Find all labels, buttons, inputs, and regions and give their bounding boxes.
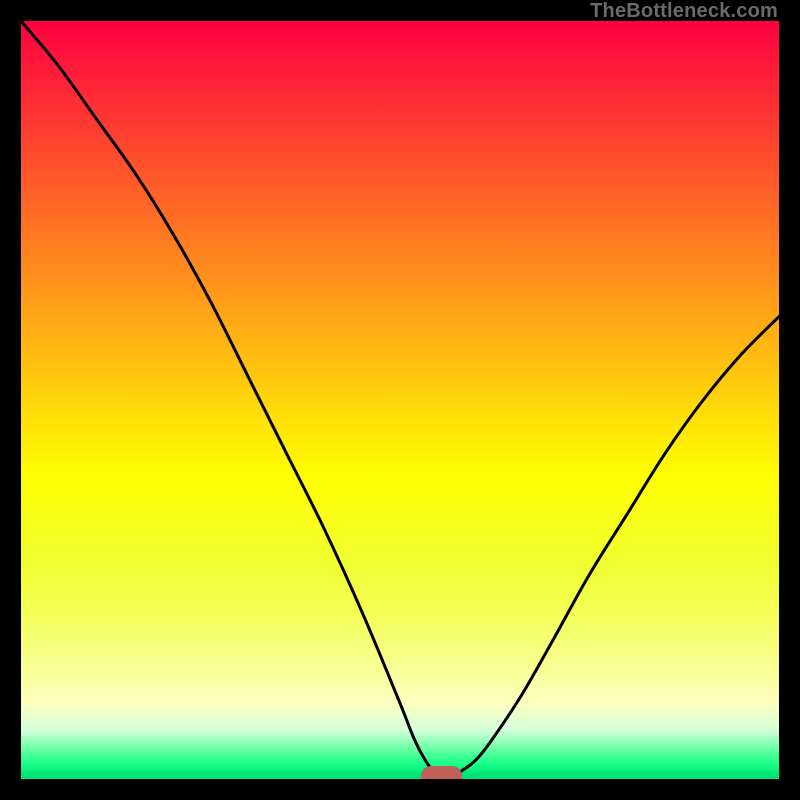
plot-area (21, 21, 779, 779)
optimal-marker (421, 766, 462, 779)
watermark-text: TheBottleneck.com (590, 0, 778, 23)
bottleneck-curve (21, 21, 779, 779)
chart-frame: TheBottleneck.com (0, 0, 800, 800)
